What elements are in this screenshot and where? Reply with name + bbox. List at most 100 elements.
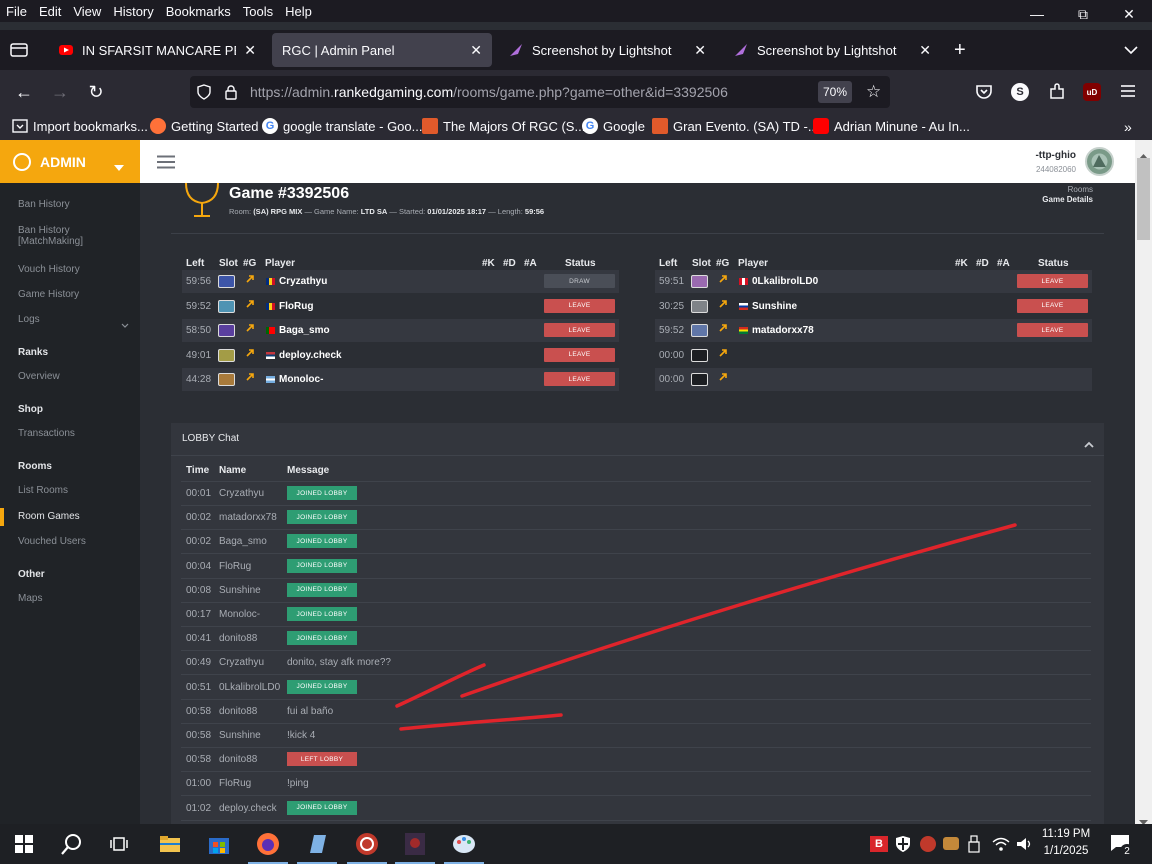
notification-count-badge: 2 [1120,844,1134,858]
hamburger-menu-icon[interactable] [157,155,175,174]
bookmark-star-icon[interactable]: ☆ [866,82,881,102]
sidebar-item-transactions[interactable]: Transactions [18,428,75,439]
menu-file[interactable]: File [0,4,33,19]
sidebar-item-room-games[interactable]: Room Games [18,511,80,522]
list-tabs-icon[interactable] [1124,42,1138,60]
sidebar-item-game-history[interactable]: Game History [18,289,79,300]
tab-lightshot-2[interactable]: Screenshot by Lightshot ✕ [723,33,941,67]
rgc-client-icon[interactable] [347,830,387,864]
firefox-view-icon[interactable] [8,40,30,60]
zoom-level-button[interactable]: 70% [818,81,852,103]
close-tab-icon[interactable]: ✕ [244,42,256,59]
page-scrollbar[interactable] [1135,140,1152,825]
file-explorer-icon[interactable] [156,830,184,858]
lightshot-icon [508,42,524,58]
avatar[interactable] [1085,147,1114,176]
windows-start-icon[interactable] [10,830,38,858]
menu-help[interactable]: Help [279,4,318,19]
tray-app-icon[interactable] [943,837,959,850]
sidebar-item-ban-history[interactable]: Ban History [18,199,70,210]
youtube-icon [58,42,74,58]
tab-bar: IN SFARSIT MANCARE PESTE M ✕ RGC | Admin… [0,30,1152,70]
tab-lightshot-1[interactable]: Screenshot by Lightshot ✕ [498,33,716,67]
forward-button[interactable]: → [46,78,74,106]
google-icon: G [262,118,278,134]
notes-app-icon[interactable] [297,830,337,864]
close-tab-icon[interactable]: ✕ [919,42,931,59]
chevron-down-icon [121,316,129,334]
admin-sidebar: ADMIN Ban History Ban History [MatchMaki… [0,140,140,824]
usb-icon[interactable] [968,835,980,858]
close-tab-icon[interactable]: ✕ [470,42,482,59]
profile-avatar[interactable]: S [1011,83,1029,101]
wifi-icon[interactable] [992,836,1010,857]
main-content: Game #3392506 Room: (SA) RPG MIX — Game … [140,183,1135,824]
bookmark-gran-evento[interactable]: Gran Evento. (SA) TD -... [652,118,819,134]
scrollbar-thumb[interactable] [1137,158,1150,240]
navigation-toolbar: ← → ↻ https://admin.rankedgaming.com/roo… [0,70,1152,114]
windows-taskbar: B 11:19 PM 1/1/2025 2 [0,824,1152,864]
volume-icon[interactable] [1016,836,1034,857]
bitdefender-icon[interactable]: B [870,836,888,852]
clock-date[interactable]: 1/1/2025 [1038,845,1094,857]
shield-icon[interactable] [196,84,212,105]
sidebar-item-vouched-users[interactable]: Vouched Users [18,536,86,547]
sidebar-item-vouch-history[interactable]: Vouch History [18,264,80,275]
url-bar[interactable]: https://admin.rankedgaming.com/rooms/gam… [190,76,890,108]
task-view-icon[interactable] [106,830,134,858]
brand-label: ADMIN [40,154,86,170]
warcraft-icon[interactable] [395,830,435,864]
tab-label: IN SFARSIT MANCARE PESTE M [82,42,236,58]
sidebar-heading-other: Other [18,569,45,580]
security-shield-icon[interactable] [895,835,911,858]
bookmark-google[interactable]: G Google [582,118,645,134]
tab-label: Screenshot by Lightshot [757,42,897,58]
firefox-taskbar-icon[interactable] [248,830,288,864]
bookmark-google-translate[interactable]: G google translate - Goo... [262,118,422,134]
tab-admin-panel[interactable]: RGC | Admin Panel ✕ [272,33,492,67]
youtube-icon [813,118,829,134]
restore-button[interactable]: ⧉ [1060,0,1106,28]
url-text: https://admin.rankedgaming.com/rooms/gam… [250,84,728,100]
bookmark-import[interactable]: Import bookmarks... [12,118,148,134]
rgc-logo-icon [13,153,31,171]
reload-button[interactable]: ↻ [82,78,110,106]
menu-bar: File Edit View History Bookmarks Tools H… [0,0,1152,22]
close-tab-icon[interactable]: ✕ [694,42,706,59]
menu-tools[interactable]: Tools [237,4,279,19]
clock-time[interactable]: 11:19 PM [1038,828,1094,840]
menu-view[interactable]: View [67,4,107,19]
annotation-strokes [395,523,1017,731]
extensions-icon[interactable] [1048,83,1066,106]
user-id: 244082060 [1035,165,1076,174]
sidebar-item-maps[interactable]: Maps [18,593,42,604]
store-icon[interactable] [205,830,233,858]
lock-icon[interactable] [224,84,238,105]
close-window-button[interactable]: ✕ [1106,0,1152,28]
paint-icon[interactable] [444,830,484,864]
more-bookmarks-icon[interactable]: » [1124,119,1132,135]
pocket-icon[interactable] [975,83,993,106]
bookmark-adrian-minune[interactable]: Adrian Minune - Au In... [813,118,970,134]
sidebar-item-logs[interactable]: Logs [18,314,40,325]
rgc-tray-icon[interactable] [920,836,936,852]
bookmark-majors-rgc[interactable]: The Majors Of RGC (S... [422,118,585,134]
tab-youtube[interactable]: IN SFARSIT MANCARE PESTE M ✕ [48,33,266,67]
minimize-button[interactable]: — [1014,0,1060,28]
hamburger-menu-icon[interactable] [1120,84,1136,103]
brand-header[interactable]: ADMIN [0,140,140,183]
menu-bookmarks[interactable]: Bookmarks [160,4,237,19]
sidebar-item-overview[interactable]: Overview [18,371,60,382]
search-icon[interactable] [58,830,86,858]
bookmark-getting-started[interactable]: Getting Started [150,118,258,134]
tab-label: Screenshot by Lightshot [532,42,672,58]
sidebar-item-ban-history-mm[interactable]: Ban History [MatchMaking] [18,225,83,247]
menu-edit[interactable]: Edit [33,4,67,19]
menu-history[interactable]: History [107,4,159,19]
ublock-origin-icon[interactable]: uD [1083,83,1101,101]
back-button[interactable]: ← [10,78,38,106]
sidebar-item-list-rooms[interactable]: List Rooms [18,485,68,496]
user-name[interactable]: -ttp-ghio [1035,150,1076,161]
new-tab-button[interactable]: + [954,39,966,62]
firefox-icon [150,118,166,134]
